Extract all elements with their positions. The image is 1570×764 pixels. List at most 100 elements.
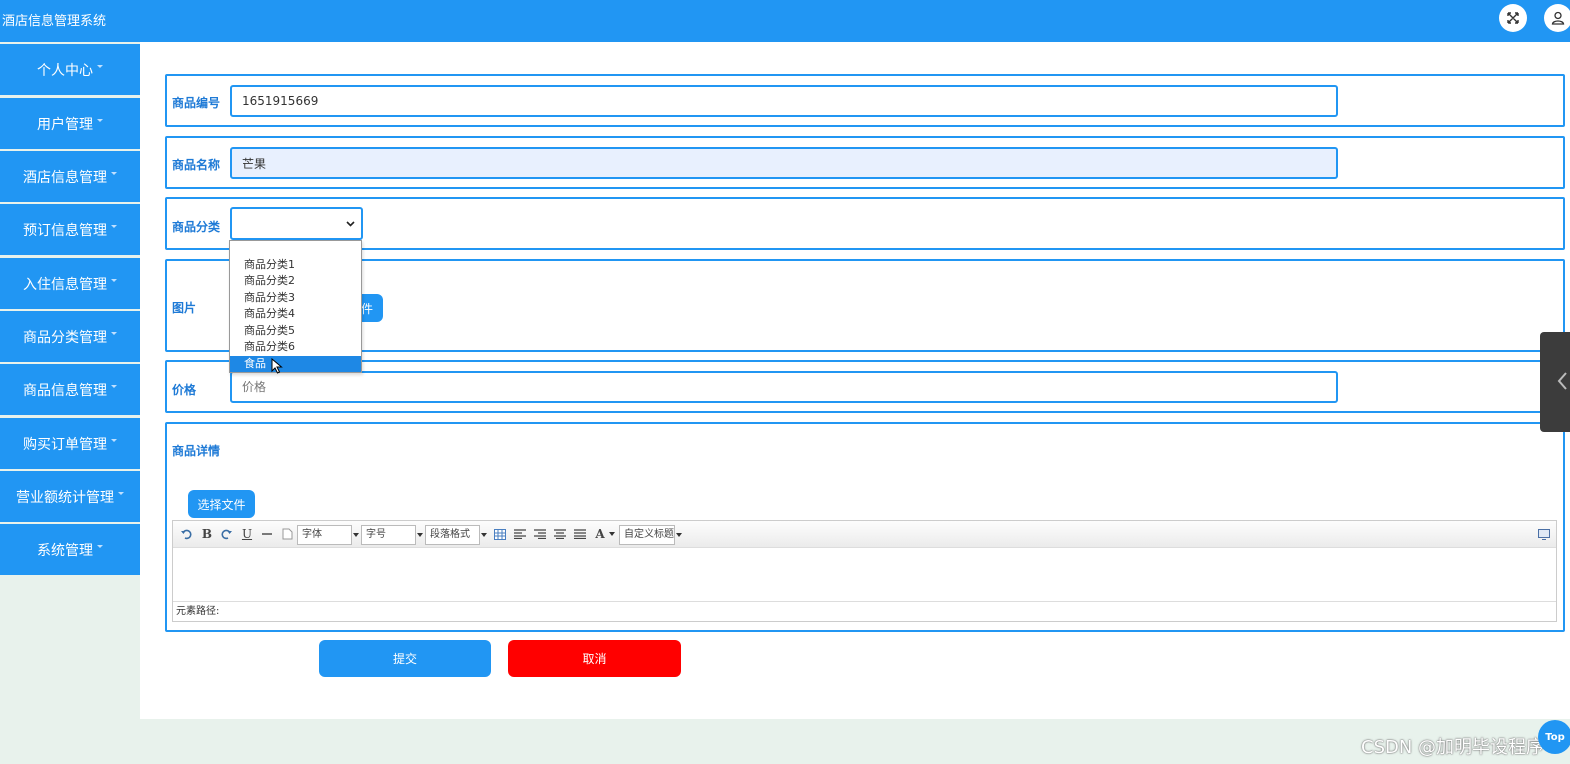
category-dropdown-list: 商品分类1 商品分类2 商品分类3 商品分类4 商品分类5 商品分类6 食品 <box>229 240 362 374</box>
price-input[interactable] <box>230 371 1338 403</box>
document-icon <box>282 528 292 540</box>
sidebar-item-label: 系统管理 <box>37 542 93 559</box>
paragraph-format-value: 段落格式 <box>430 529 470 540</box>
sidebar-item-bookings[interactable]: 预订信息管理 <box>0 204 140 255</box>
sidebar: 个人中心 用户管理 酒店信息管理 预订信息管理 入住信息管理 商品分类管理 商品… <box>0 42 140 764</box>
category-option[interactable]: 商品分类5 <box>230 323 361 339</box>
form-row-detail: 商品详情 选择文件 B U 字体 字号 段落格式 A 自定义标题 元素路径: <box>165 422 1565 632</box>
cancel-label: 取消 <box>582 652 607 666</box>
horizontal-rule-button[interactable] <box>260 526 274 542</box>
detail-upload-button[interactable]: 选择文件 <box>188 490 255 518</box>
sidebar-item-label: 商品信息管理 <box>23 382 107 399</box>
name-label: 商品名称 <box>172 158 221 172</box>
chevron-down-icon <box>609 532 615 536</box>
custom-heading-value: 自定义标题 <box>624 529 674 540</box>
sidebar-item-users[interactable]: 用户管理 <box>0 98 140 149</box>
align-left-button[interactable] <box>513 526 527 542</box>
align-right-button[interactable] <box>533 526 547 542</box>
align-center-icon <box>554 529 566 539</box>
chevron-down-icon <box>118 492 124 495</box>
price-label: 价格 <box>172 383 197 397</box>
paragraph-format-select[interactable]: 段落格式 <box>425 525 487 545</box>
detail-label: 商品详情 <box>172 444 221 458</box>
redo-icon <box>221 529 232 540</box>
rich-text-editor: B U 字体 字号 段落格式 A 自定义标题 元素路径: <box>172 520 1557 622</box>
name-input[interactable] <box>230 147 1338 179</box>
main-panel: 商品编号 商品名称 商品分类 图片 件 价格 商品详情 选择文件 <box>140 42 1570 719</box>
category-option[interactable]: 商品分类4 <box>230 306 361 322</box>
underline-button[interactable]: U <box>240 526 254 542</box>
code-input[interactable] <box>230 85 1338 117</box>
table-icon <box>494 528 506 540</box>
back-to-top-label: Top <box>1545 731 1565 743</box>
user-icon <box>1551 11 1565 25</box>
sidebar-item-checkins[interactable]: 入住信息管理 <box>0 258 140 309</box>
back-to-top-button[interactable]: Top <box>1538 720 1570 754</box>
custom-heading-select[interactable]: 自定义标题 <box>619 525 682 545</box>
chevron-down-icon <box>111 385 117 388</box>
chevron-down-icon <box>676 533 682 537</box>
sidebar-item-label: 个人中心 <box>37 62 93 79</box>
watermark: CSDN @加明毕设程序 <box>1361 737 1545 758</box>
undo-icon <box>181 529 192 540</box>
sidebar-item-profile[interactable]: 个人中心 <box>0 44 140 95</box>
monitor-icon <box>1538 528 1550 540</box>
mouse-cursor-icon <box>271 358 283 374</box>
category-option-highlighted[interactable]: 食品 <box>230 356 361 372</box>
sidebar-item-label: 商品分类管理 <box>23 329 107 346</box>
app-title: 酒店信息管理系统 <box>2 14 107 29</box>
category-option[interactable]: 商品分类6 <box>230 339 361 355</box>
form-row-name: 商品名称 <box>165 136 1565 189</box>
chevron-down-icon <box>111 439 117 442</box>
image-label: 图片 <box>172 301 197 315</box>
cancel-button[interactable]: 取消 <box>508 640 681 677</box>
redo-button[interactable] <box>220 526 234 542</box>
category-option[interactable]: 商品分类2 <box>230 273 361 289</box>
editor-content-area[interactable] <box>173 548 1556 601</box>
fullscreen-button[interactable] <box>1499 4 1527 32</box>
sidebar-item-label: 酒店信息管理 <box>23 169 107 186</box>
form-row-price: 价格 <box>165 360 1565 413</box>
font-family-select[interactable]: 字体 <box>297 525 359 545</box>
image-upload-label: 件 <box>360 301 373 316</box>
font-size-select[interactable]: 字号 <box>361 525 423 545</box>
source-view-button[interactable] <box>1537 526 1551 542</box>
editor-toolbar: B U 字体 字号 段落格式 A 自定义标题 <box>173 521 1556 548</box>
align-left-icon <box>514 529 526 539</box>
category-option[interactable]: 商品分类1 <box>230 257 361 273</box>
sidebar-item-hotels[interactable]: 酒店信息管理 <box>0 151 140 202</box>
sidebar-item-orders[interactable]: 购买订单管理 <box>0 418 140 469</box>
sidebar-item-product-categories[interactable]: 商品分类管理 <box>0 311 140 362</box>
detail-upload-label: 选择文件 <box>197 497 246 512</box>
horizontal-rule-icon <box>262 533 272 535</box>
font-color-button[interactable]: A <box>593 526 607 542</box>
category-select[interactable] <box>230 207 363 240</box>
bold-button[interactable]: B <box>200 526 214 542</box>
category-option[interactable]: 商品分类3 <box>230 290 361 306</box>
user-menu-button[interactable] <box>1544 4 1570 32</box>
chevron-down-icon <box>353 533 359 537</box>
category-label: 商品分类 <box>172 220 221 234</box>
align-center-button[interactable] <box>553 526 567 542</box>
sidebar-item-products[interactable]: 商品信息管理 <box>0 364 140 415</box>
form-row-category: 商品分类 <box>165 197 1565 250</box>
chevron-down-icon <box>111 332 117 335</box>
chevron-down-icon <box>111 172 117 175</box>
sidebar-item-label: 营业额统计管理 <box>16 489 114 506</box>
sidebar-item-revenue[interactable]: 营业额统计管理 <box>0 471 140 522</box>
code-label: 商品编号 <box>172 96 221 110</box>
chevron-down-icon <box>97 65 103 68</box>
chevron-left-icon <box>1557 372 1567 390</box>
form-row-code: 商品编号 <box>165 74 1565 127</box>
sidebar-item-system[interactable]: 系统管理 <box>0 524 140 575</box>
chevron-down-icon <box>97 545 103 548</box>
clear-format-button[interactable] <box>280 526 294 542</box>
side-drawer-toggle[interactable] <box>1540 332 1570 432</box>
align-justify-button[interactable] <box>573 526 587 542</box>
undo-button[interactable] <box>179 526 193 542</box>
sidebar-item-label: 入住信息管理 <box>23 276 107 293</box>
submit-button[interactable]: 提交 <box>319 640 491 677</box>
font-color-dropdown[interactable] <box>609 526 615 542</box>
insert-table-button[interactable] <box>493 526 507 542</box>
fullscreen-icon <box>1507 12 1519 24</box>
